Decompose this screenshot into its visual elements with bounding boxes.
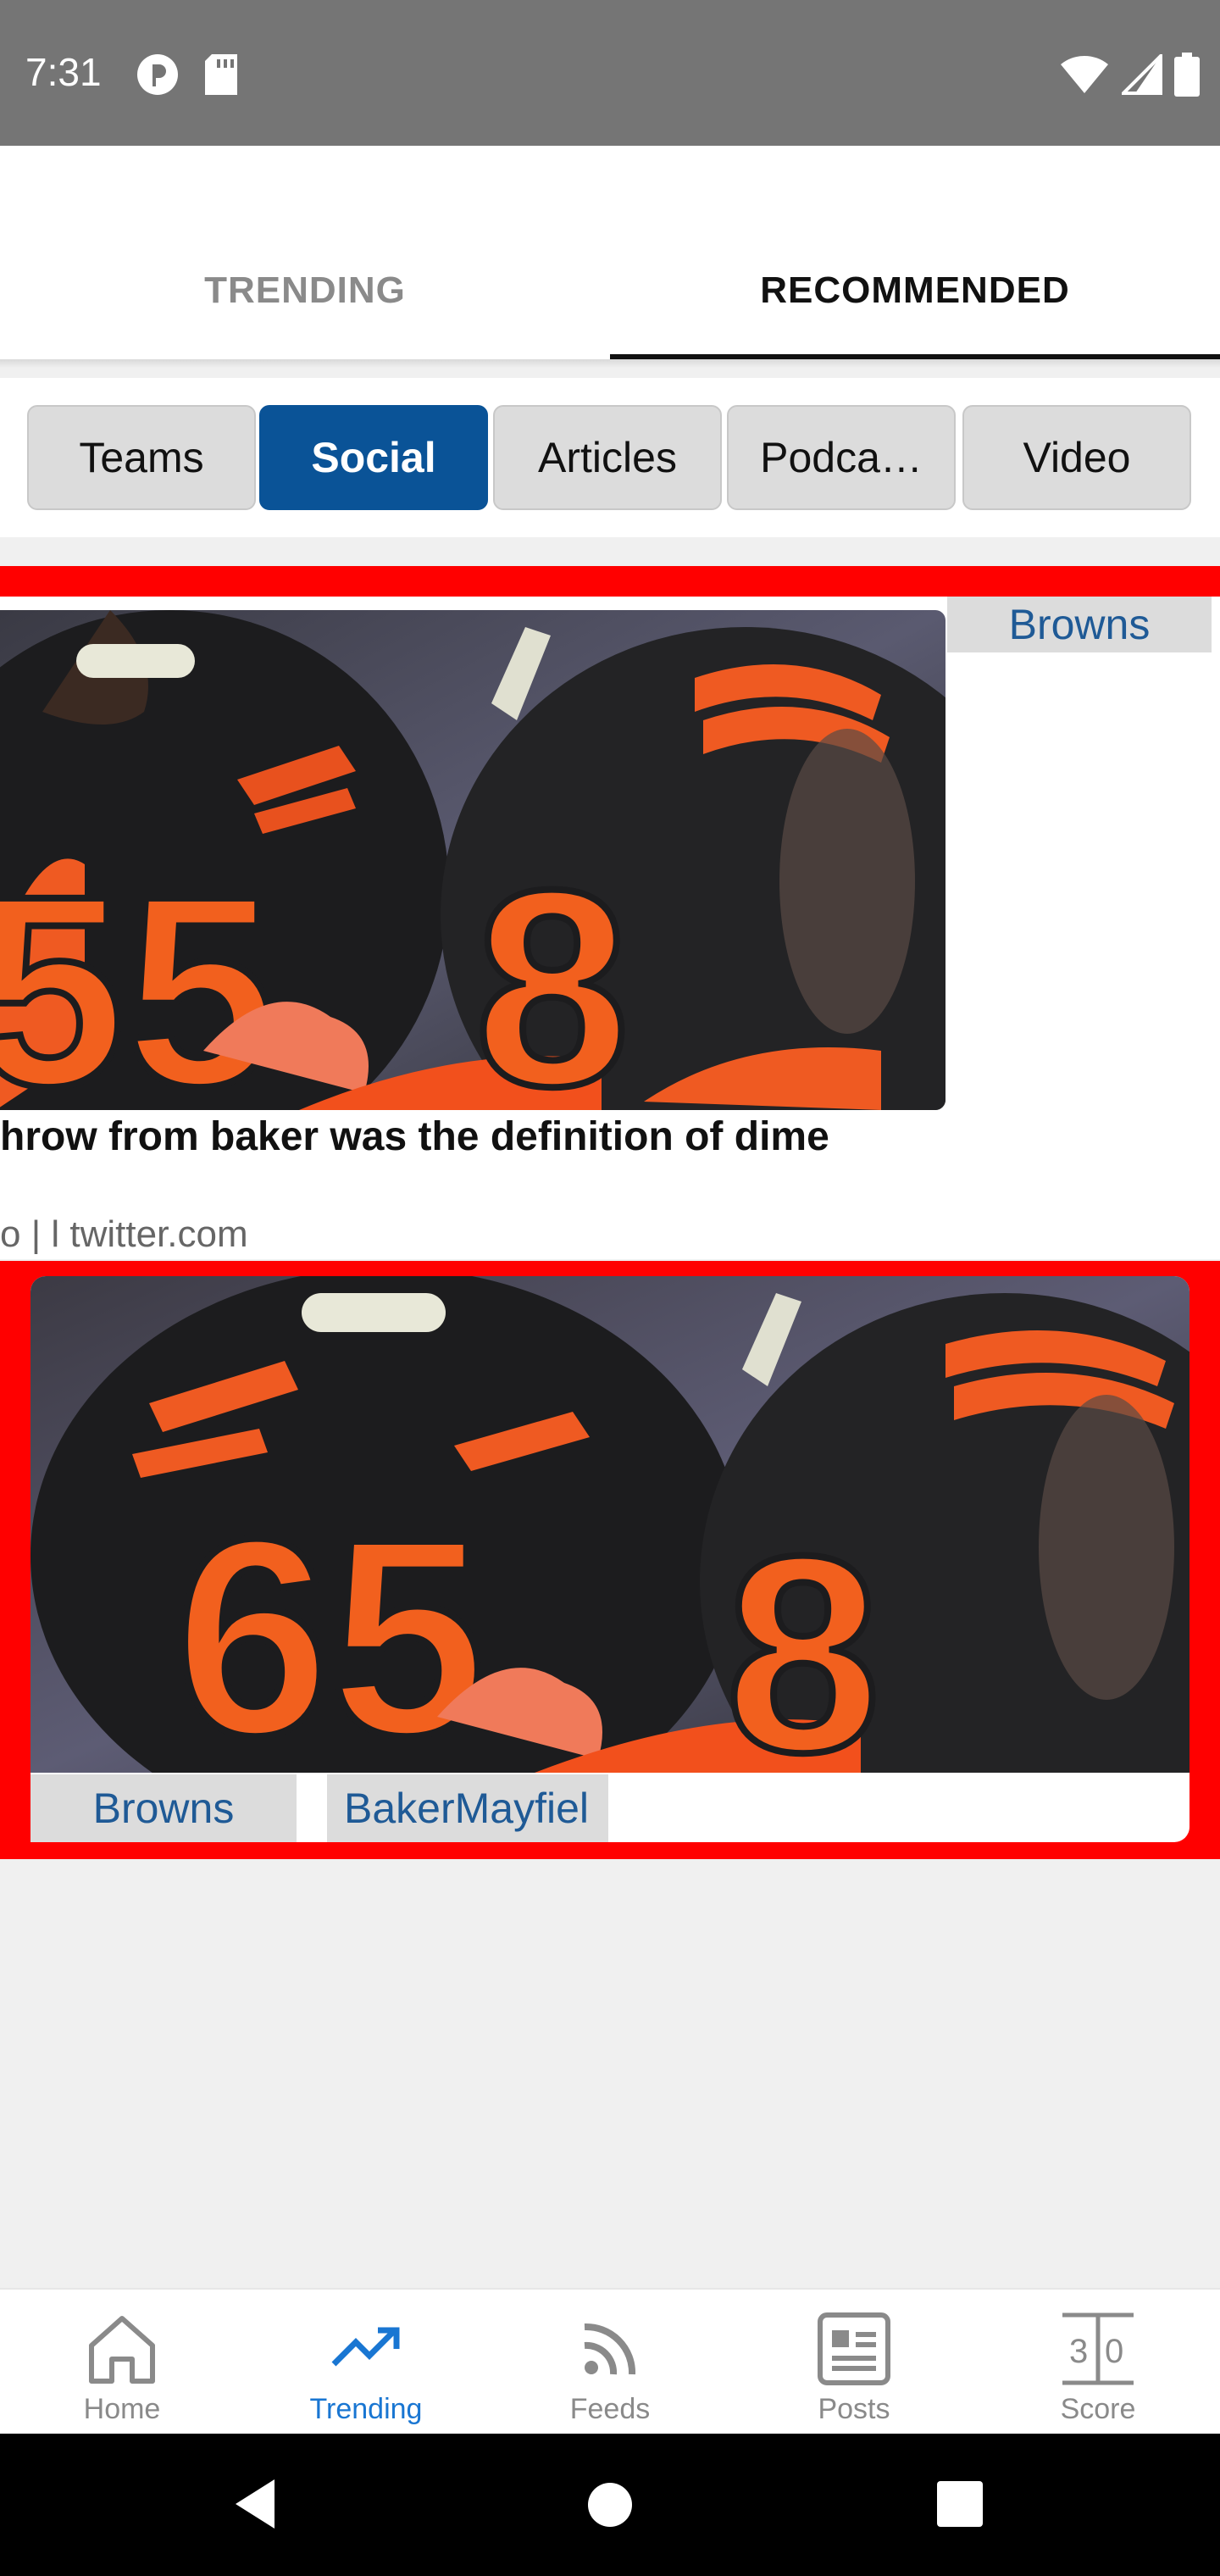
chip-articles[interactable]: Articles bbox=[493, 405, 722, 510]
svg-text:55: 55 bbox=[0, 839, 276, 1110]
score-icon: 3 0 bbox=[1062, 2312, 1134, 2385]
wifi-icon bbox=[1061, 55, 1108, 93]
chip-video[interactable]: Video bbox=[962, 405, 1191, 510]
app-bar bbox=[0, 146, 1220, 359]
chip-podcasts[interactable]: Podca… bbox=[727, 405, 956, 510]
post-image[interactable]: 55 8 bbox=[0, 610, 946, 1110]
recents-icon[interactable] bbox=[937, 2481, 983, 2527]
team-tag[interactable]: Browns bbox=[947, 597, 1212, 652]
nav-label: Score bbox=[1060, 2393, 1136, 2425]
home-icon bbox=[89, 2316, 155, 2384]
post-source: o | l twitter.com bbox=[0, 1213, 248, 1255]
svg-text:8: 8 bbox=[725, 1497, 881, 1773]
post-headline[interactable]: hrow from baker was the definition of di… bbox=[0, 1113, 1220, 1160]
chip-social[interactable]: Social bbox=[259, 405, 488, 510]
rss-icon bbox=[584, 2323, 636, 2375]
system-nav-bar bbox=[0, 2434, 1220, 2576]
nav-label: Trending bbox=[309, 2393, 423, 2425]
tab-trending[interactable]: TRENDING bbox=[0, 269, 610, 312]
battery-icon bbox=[1174, 53, 1200, 97]
team-tag[interactable]: Browns bbox=[30, 1774, 297, 1842]
trending-icon bbox=[331, 2327, 400, 2367]
nav-label: Feeds bbox=[569, 2393, 651, 2425]
svg-text:3: 3 bbox=[1069, 2333, 1088, 2370]
post-image[interactable]: 65 8 bbox=[30, 1276, 1190, 1773]
card-highlight-border bbox=[0, 566, 1220, 597]
svg-text:65: 65 bbox=[175, 1480, 485, 1773]
tab-divider bbox=[0, 359, 1220, 368]
svg-text:8: 8 bbox=[474, 831, 630, 1110]
posts-icon bbox=[818, 2312, 890, 2385]
player-tag[interactable]: BakerMayfiel bbox=[327, 1774, 608, 1842]
status-time: 7:31 bbox=[25, 50, 102, 94]
back-icon[interactable] bbox=[230, 2476, 281, 2532]
status-bar: 7:31 bbox=[0, 0, 1220, 146]
tab-recommended[interactable]: RECOMMENDED bbox=[610, 269, 1220, 312]
sd-card-icon bbox=[205, 54, 237, 95]
home-button-icon[interactable] bbox=[586, 2481, 634, 2529]
nav-label: Posts bbox=[818, 2393, 890, 2425]
chip-teams[interactable]: Teams bbox=[27, 405, 256, 510]
svg-text:0: 0 bbox=[1105, 2333, 1123, 2370]
cell-signal-icon bbox=[1122, 54, 1162, 95]
nav-label: Home bbox=[83, 2393, 161, 2425]
notification-icon bbox=[137, 54, 178, 95]
